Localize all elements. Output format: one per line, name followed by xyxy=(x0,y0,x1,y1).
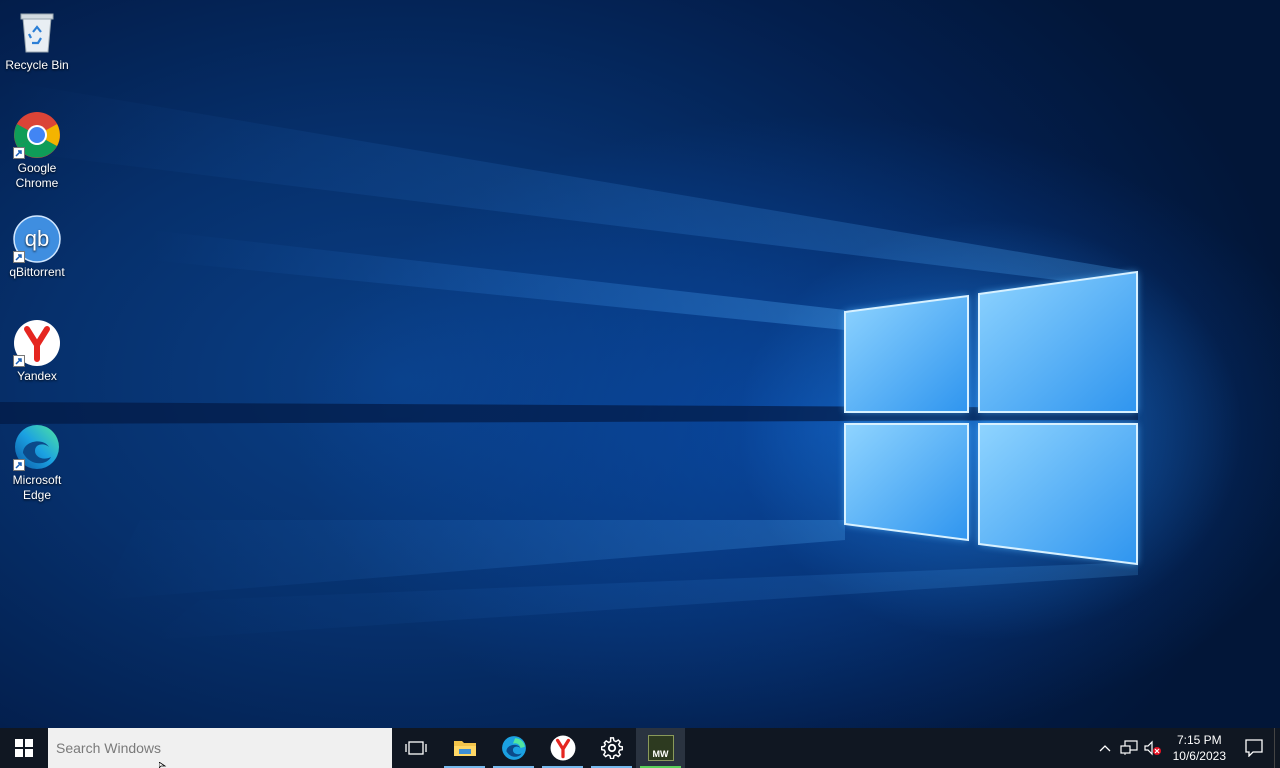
settings-taskbar-button[interactable] xyxy=(587,728,636,768)
network-button[interactable] xyxy=(1117,728,1141,768)
edge-icon xyxy=(501,736,526,760)
mw-app-badge: MW xyxy=(652,749,669,759)
chrome-icon xyxy=(13,111,61,159)
desktop-icon-yandex[interactable]: Yandex xyxy=(2,319,72,384)
edge-icon xyxy=(13,423,61,471)
clock[interactable]: 7:15 PM 10/6/2023 xyxy=(1165,732,1234,764)
mouse-cursor-icon xyxy=(159,762,167,768)
desktop-icon-microsoft-edge[interactable]: Microsoft Edge xyxy=(2,423,72,503)
desktop-icon-label: qBittorrent xyxy=(9,265,65,279)
mw-app-taskbar-button[interactable]: MW xyxy=(636,728,685,768)
desktop-icon-label: Yandex xyxy=(17,369,57,383)
task-view-button[interactable] xyxy=(391,728,440,768)
folder-icon xyxy=(453,741,476,756)
shortcut-arrow-icon xyxy=(13,251,25,263)
desktop-icon-label: Google Chrome xyxy=(15,161,59,190)
shortcut-arrow-icon xyxy=(13,147,25,159)
action-center-button[interactable] xyxy=(1234,728,1274,768)
desktop-icon-qbittorrent[interactable]: qb qBittorrent xyxy=(2,215,72,280)
microsoft-edge-taskbar-button[interactable] xyxy=(489,728,538,768)
taskbar: Search Windows MW 7:15 PM 10/6/2023 xyxy=(0,728,1280,768)
file-explorer-button[interactable] xyxy=(440,728,489,768)
system-tray: 7:15 PM 10/6/2023 xyxy=(1093,728,1280,768)
show-hidden-icons-button[interactable] xyxy=(1093,728,1117,768)
chevron-up-icon xyxy=(1099,745,1111,752)
search-placeholder: Search Windows xyxy=(56,740,162,756)
shortcut-arrow-icon xyxy=(13,355,25,367)
search-box[interactable]: Search Windows xyxy=(48,728,392,768)
qbittorrent-icon: qb xyxy=(13,215,61,263)
yandex-icon xyxy=(550,735,575,761)
windows-logo-icon xyxy=(15,739,33,757)
yandex-taskbar-button[interactable] xyxy=(538,728,587,768)
show-desktop-button[interactable] xyxy=(1274,728,1280,768)
desktop-icon-google-chrome[interactable]: Google Chrome xyxy=(2,111,72,191)
svg-text:qb: qb xyxy=(25,226,49,251)
notification-icon xyxy=(1245,739,1263,757)
recycle-bin-icon xyxy=(13,8,61,56)
desktop-icon-label: Recycle Bin xyxy=(5,58,69,72)
volume-muted-icon xyxy=(1144,740,1161,756)
desktop-wallpaper xyxy=(0,0,1280,728)
mw-app-icon: MW xyxy=(647,735,674,761)
shortcut-arrow-icon xyxy=(13,459,25,471)
desktop-icon-recycle-bin[interactable]: Recycle Bin xyxy=(2,8,72,73)
start-button[interactable] xyxy=(0,728,48,768)
desktop-icon-label: Microsoft Edge xyxy=(12,473,62,502)
yandex-icon xyxy=(13,319,61,367)
clock-date: 10/6/2023 xyxy=(1172,749,1226,763)
windows-logo-wallpaper xyxy=(0,80,1138,640)
clock-time: 7:15 PM xyxy=(1176,733,1222,747)
network-icon xyxy=(1120,740,1138,755)
gear-icon xyxy=(600,737,623,759)
task-view-icon xyxy=(404,741,427,755)
volume-button[interactable] xyxy=(1141,728,1165,768)
